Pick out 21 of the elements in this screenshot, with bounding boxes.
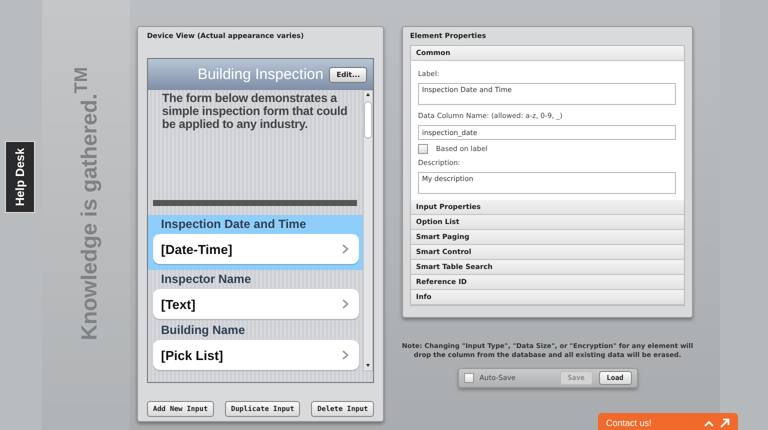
field-value-card[interactable]: [Pick List] [153,340,359,370]
chevron-icon [342,350,349,360]
checkbox[interactable] [464,373,474,384]
field-label: Inspection Date and Time [160,217,308,233]
chevron-icon [342,244,349,254]
chevron-icon [342,299,349,309]
intro-text: The form below demonstrates a simple inspection form that could be applied to any industry. [161,92,348,134]
collapse-icon[interactable] [704,420,714,426]
field-label: Inspector Name [160,272,252,288]
contact-label: Contact us! [606,418,653,428]
expand-arrow-icon[interactable] [720,418,730,428]
help-desk-tab[interactable]: Help Desk [5,141,35,213]
form-field-row[interactable]: Building Name [Pick List] [148,321,363,372]
field-value-card[interactable]: [Text] [153,289,359,319]
scrollbar[interactable] [363,90,373,371]
checkbox[interactable] [418,144,428,154]
field-value-card[interactable]: [Date-Time] [153,234,359,264]
form-field-row[interactable]: Inspection Date and Time [Date-Time] [148,215,363,270]
form-field-row[interactable]: Inspector Name [Text] [148,270,363,321]
form-title: Building Inspection [198,66,324,83]
field-label: Building Name [160,323,246,339]
